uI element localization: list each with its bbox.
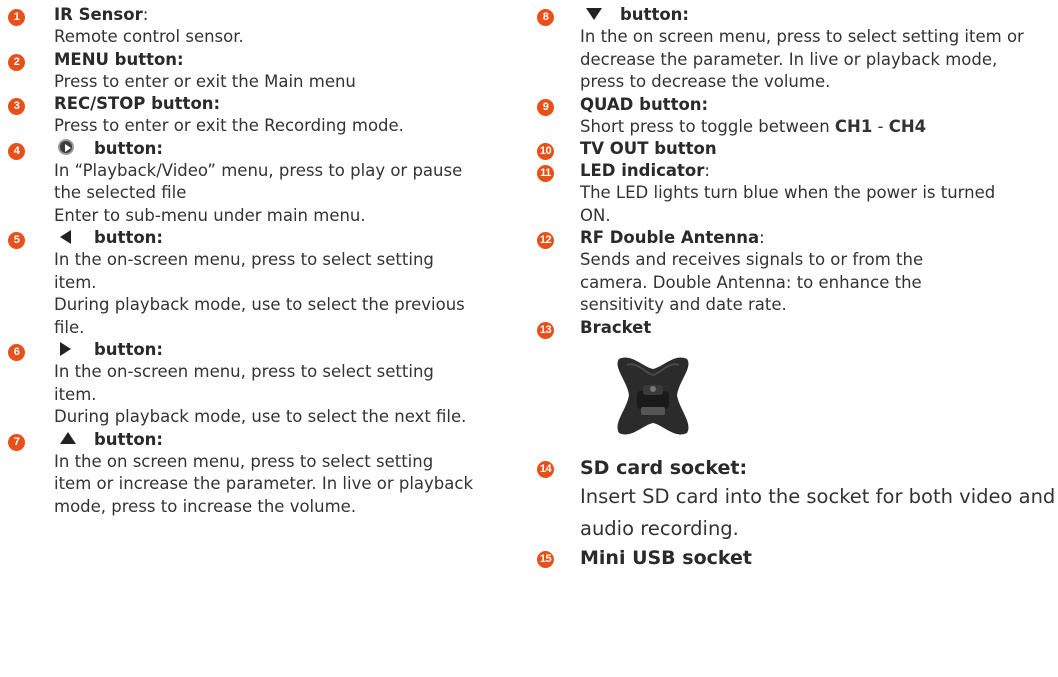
list-item-13: 13 Bracket — [537, 317, 1058, 441]
list-item-9: 9 QUAD button: Short press to toggle bet… — [537, 94, 1058, 139]
list-item-11: 11 LED indicator: The LED lights turn bl… — [537, 160, 1058, 227]
down-triangle-icon — [586, 7, 602, 20]
item-desc: Short press to toggle between CH1 - CH4 — [580, 116, 927, 136]
number-badge: 8 — [537, 9, 554, 26]
number-badge: 11 — [537, 165, 554, 182]
list-item-1: 1 IR Sensor: Remote control sensor. — [0, 4, 520, 49]
item-title: button: — [94, 228, 164, 247]
number-badge: 15 — [537, 550, 554, 568]
play-circle-icon — [58, 139, 74, 155]
item-title: MENU button: — [54, 49, 184, 69]
item-title: RF Double Antenna — [580, 228, 760, 247]
item-desc: Sends and receives signals to or from th… — [580, 250, 924, 314]
item-title: button: — [94, 429, 164, 449]
left-triangle-icon — [60, 230, 71, 244]
bracket-icon — [617, 357, 689, 434]
list-item-5: 5 button: In the on-screen menu, press t… — [0, 227, 520, 339]
number-badge: 13 — [537, 321, 554, 339]
left-column: 1 IR Sensor: Remote control sensor. 2 ME… — [0, 0, 520, 518]
item-desc: In the on screen menu, press to select s… — [580, 27, 1024, 91]
item-title: REC/STOP button: — [54, 94, 221, 113]
list-item-14: 14 SD card socket: Insert SD card into t… — [537, 455, 1058, 545]
number-badge: 14 — [537, 460, 554, 478]
up-triangle-icon — [60, 432, 76, 444]
right-triangle-icon — [60, 342, 71, 356]
number-badge: 7 — [8, 433, 25, 451]
list-item-8: 8 button: In the on screen menu, press t… — [537, 4, 1058, 94]
number-badge: 6 — [8, 344, 25, 361]
item-desc: Press to enter or exit the Recording mod… — [54, 116, 404, 135]
list-item-15: 15 Mini USB socket — [537, 545, 1058, 571]
list-item-6: 6 button: In the on-screen menu, press t… — [0, 339, 520, 429]
number-badge: 2 — [8, 53, 25, 71]
item-desc: Press to enter or exit the Main menu — [54, 71, 356, 91]
number-badge: 4 — [8, 142, 25, 160]
number-badge: 5 — [8, 232, 25, 249]
list-item-2: 2 MENU button: Press to enter or exit th… — [0, 49, 520, 94]
item-title: IR Sensor — [54, 5, 143, 24]
number-badge: 9 — [537, 98, 554, 116]
number-badge: 10 — [537, 143, 554, 160]
number-badge: 12 — [537, 232, 554, 249]
list-item-4: 4 button: In “Playback/Video” menu, pres… — [0, 138, 520, 228]
item-title: Mini USB socket — [580, 546, 753, 569]
item-title: LED indicator — [580, 161, 705, 180]
item-desc: In the on-screen menu, press to select s… — [54, 250, 434, 292]
item-desc: The LED lights turn blue when the power … — [580, 183, 996, 225]
item-title: TV OUT button — [580, 139, 717, 158]
item-title: button: — [94, 138, 164, 158]
number-badge: 1 — [8, 9, 25, 26]
bracket-image — [613, 351, 693, 441]
item-title: button: — [620, 5, 690, 24]
number-badge: 3 — [8, 98, 25, 115]
item-desc: In “Playback/Video” menu, press to play … — [54, 160, 463, 203]
item-title: Bracket — [580, 317, 652, 337]
item-title: QUAD button: — [580, 94, 709, 114]
right-column: 8 button: In the on screen menu, press t… — [537, 0, 1058, 571]
list-item-7: 7 button: In the on screen menu, press t… — [0, 429, 520, 519]
item-desc: During playback mode, use to select the … — [54, 407, 467, 426]
item-desc: During playback mode, use to select the … — [54, 295, 465, 337]
list-item-3: 3 REC/STOP button: Press to enter or exi… — [0, 93, 520, 138]
item-desc: In the on-screen menu, press to select s… — [54, 362, 434, 404]
list-item-12: 12 RF Double Antenna: Sends and receives… — [537, 227, 1058, 317]
item-title: button: — [94, 340, 164, 359]
list-item-10: 10 TV OUT button — [537, 138, 1058, 160]
item-desc: Enter to sub-menu under main menu. — [54, 205, 366, 225]
item-desc: Remote control sensor. — [54, 27, 244, 46]
item-desc: Insert SD card into the socket for both … — [580, 484, 1056, 540]
item-title: SD card socket: — [580, 456, 748, 479]
item-desc: In the on screen menu, press to select s… — [54, 451, 474, 516]
